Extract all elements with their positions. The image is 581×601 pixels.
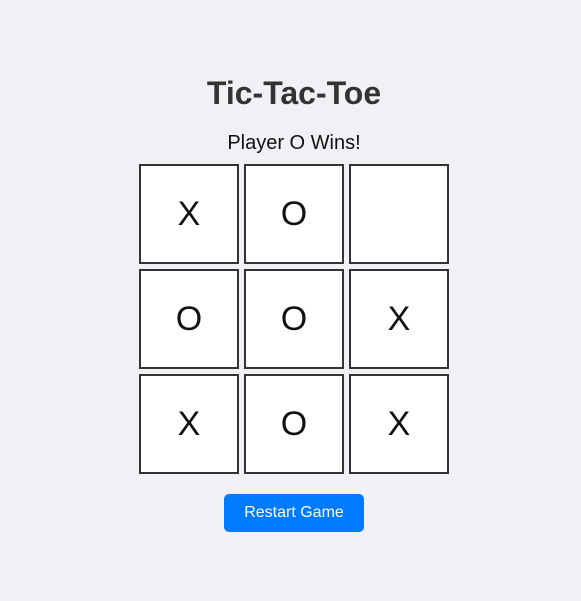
board-cell-4[interactable]: O <box>139 269 239 369</box>
board-cell-5[interactable]: O <box>244 269 344 369</box>
game-status: Player O Wins! <box>227 132 361 154</box>
board-cell-3[interactable] <box>349 164 449 264</box>
board-cell-7[interactable]: X <box>139 374 239 474</box>
board-cell-2[interactable]: O <box>244 164 344 264</box>
board-cell-6[interactable]: X <box>349 269 449 369</box>
board-cell-1[interactable]: X <box>139 164 239 264</box>
board-cell-8[interactable]: O <box>244 374 344 474</box>
restart-game-button[interactable]: Restart Game <box>224 494 364 532</box>
tic-tac-toe-app: Tic-Tac-Toe Player O Wins! X O O O X X O… <box>0 0 581 601</box>
board-cell-9[interactable]: X <box>349 374 449 474</box>
page-title: Tic-Tac-Toe <box>206 75 382 111</box>
game-board: X O O O X X O X <box>139 164 450 475</box>
